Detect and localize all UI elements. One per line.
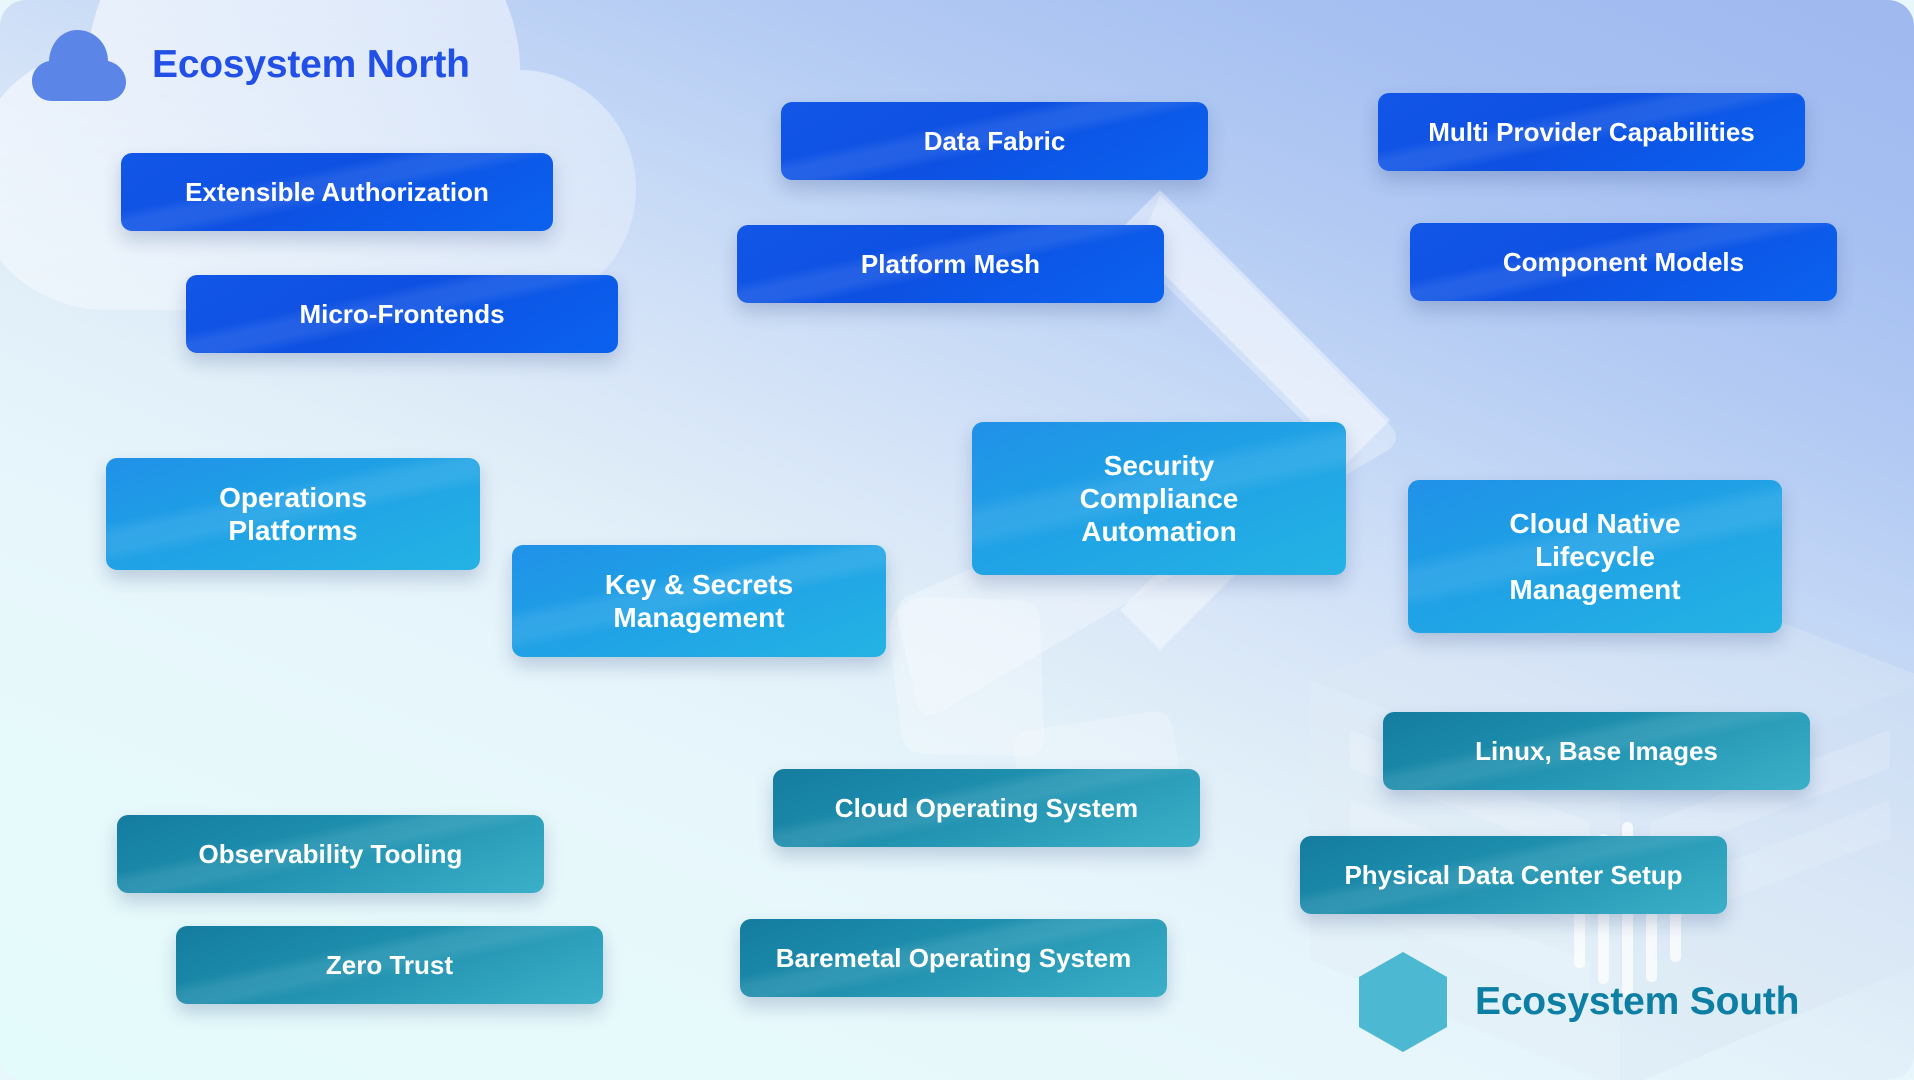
node-label: Key & Secrets Management: [604, 568, 794, 633]
node-linux-base-images[interactable]: Linux, Base Images: [1383, 712, 1810, 790]
node-cloud-operating-system[interactable]: Cloud Operating System: [773, 769, 1200, 847]
node-label: Multi Provider Capabilities: [1428, 116, 1755, 147]
node-label: Security Compliance Automation: [1079, 449, 1239, 548]
node-component-models[interactable]: Component Models: [1410, 223, 1837, 301]
node-observability-tooling[interactable]: Observability Tooling: [117, 815, 544, 893]
brand-ecosystem-north: Ecosystem North: [30, 28, 470, 102]
node-baremetal-operating-system[interactable]: Baremetal Operating System: [740, 919, 1167, 997]
node-label: Observability Tooling: [198, 838, 463, 869]
node-cloud-native-lifecycle-management[interactable]: Cloud Native Lifecycle Management: [1408, 480, 1782, 633]
node-data-fabric[interactable]: Data Fabric: [781, 102, 1208, 180]
node-physical-data-center-setup[interactable]: Physical Data Center Setup: [1300, 836, 1727, 914]
node-label: Platform Mesh: [860, 248, 1041, 279]
node-multi-provider-capabilities[interactable]: Multi Provider Capabilities: [1378, 93, 1805, 171]
brand-north-label: Ecosystem North: [152, 43, 470, 86]
node-micro-frontends[interactable]: Micro-Frontends: [186, 275, 618, 353]
diagram-canvas: Ecosystem North Ecosystem South Extensib…: [0, 0, 1914, 1080]
node-zero-trust[interactable]: Zero Trust: [176, 926, 603, 1004]
node-label: Linux, Base Images: [1475, 735, 1718, 766]
brand-south-label: Ecosystem South: [1475, 980, 1800, 1023]
node-label: Cloud Operating System: [834, 792, 1139, 823]
node-label: Component Models: [1502, 246, 1745, 277]
node-label: Data Fabric: [923, 125, 1066, 156]
hexagon-icon: [1359, 952, 1447, 1052]
node-label: Operations Platforms: [219, 481, 367, 546]
node-security-compliance-automation[interactable]: Security Compliance Automation: [972, 422, 1346, 575]
node-operations-platforms[interactable]: Operations Platforms: [106, 458, 480, 570]
node-label: Extensible Authorization: [185, 176, 489, 207]
brand-ecosystem-south: Ecosystem South: [1355, 950, 1799, 1054]
node-label: Cloud Native Lifecycle Management: [1509, 507, 1681, 606]
node-extensible-authorization[interactable]: Extensible Authorization: [121, 153, 553, 231]
cloud-icon: [32, 30, 126, 101]
node-label: Physical Data Center Setup: [1344, 859, 1683, 890]
node-label: Baremetal Operating System: [775, 942, 1132, 973]
node-key-secrets-management[interactable]: Key & Secrets Management: [512, 545, 886, 657]
node-label: Micro-Frontends: [299, 298, 505, 329]
node-label: Zero Trust: [325, 949, 454, 980]
node-platform-mesh[interactable]: Platform Mesh: [737, 225, 1164, 303]
